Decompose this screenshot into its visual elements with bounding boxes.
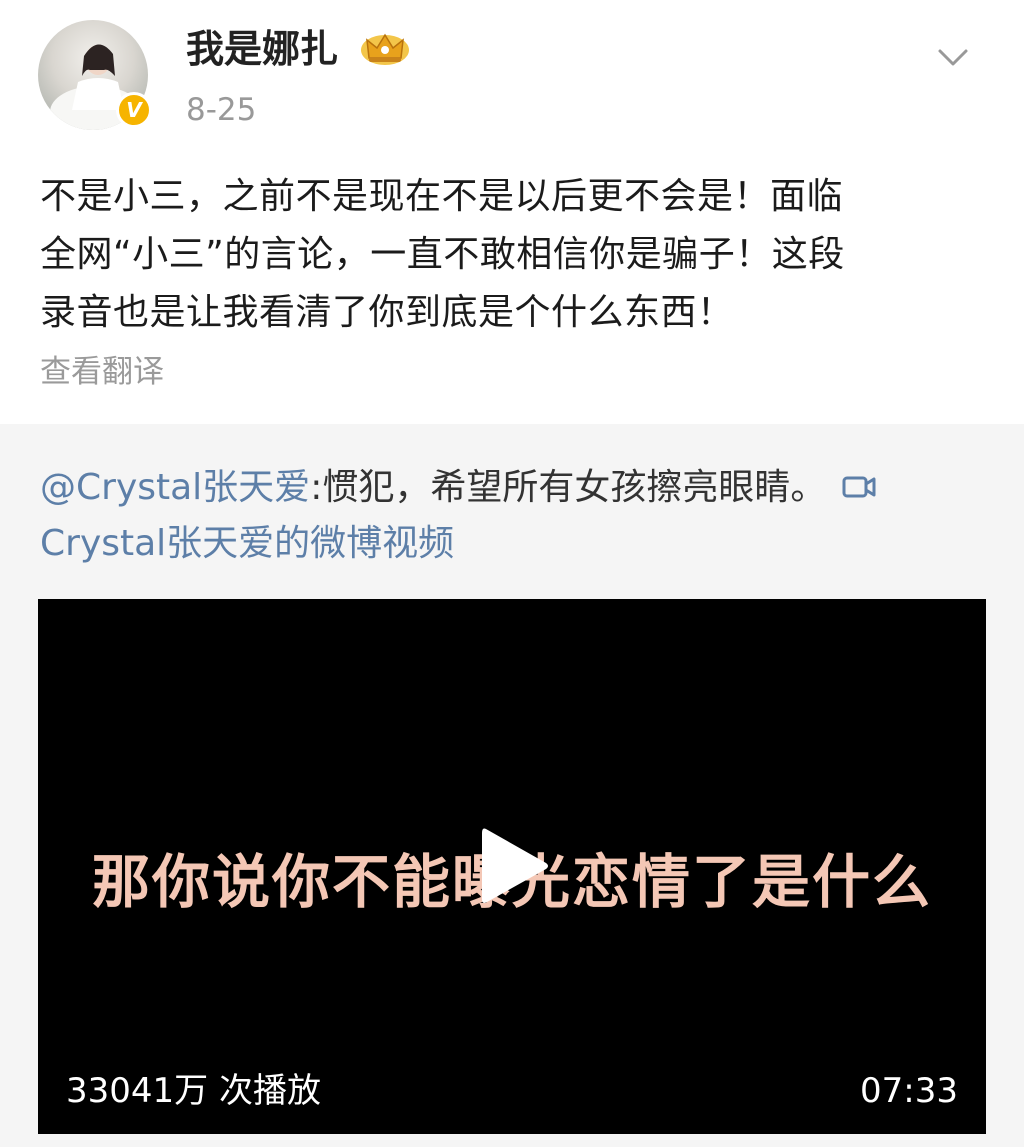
chevron-down-icon[interactable] [934,42,972,72]
post-text: 不是小三，之前不是现在不是以后更不会是！面临 全网“小三”的言论，一直不敢相信你… [40,168,990,342]
video-duration: 07:33 [860,1071,958,1111]
video-link[interactable]: Crystal张天爱的微博视频 [40,523,454,564]
post-date: 8-25 [186,92,257,128]
post-text-line: 录音也是让我看清了你到底是个什么东西！ [40,292,734,333]
play-count: 33041万 次播放 [66,1071,321,1111]
verified-badge: V [116,92,152,128]
crown-icon [361,33,409,65]
translate-link[interactable]: 查看翻译 [40,350,164,394]
mention-link[interactable]: @Crystal张天爱 [40,467,310,508]
repost-area: @Crystal张天爱:惯犯，希望所有女孩擦亮眼睛。 Crystal张天爱的微博… [0,424,1024,1147]
username[interactable]: 我是娜扎 [186,26,338,72]
post-card: V 我是娜扎 8-25 不是小三，之前不是现在不是以后更不会是！面临 全网“小三… [0,0,1024,424]
video-player[interactable]: 那你说你不能曝光恋情了是什么 33041万 次播放 07:33 [38,599,986,1134]
play-icon[interactable] [474,821,554,911]
post-text-line: 全网“小三”的言论，一直不敢相信你是骗子！这段 [40,234,845,275]
repost-text: @Crystal张天爱:惯犯，希望所有女孩擦亮眼睛。 Crystal张天爱的微博… [40,460,990,572]
repost-message: :惯犯，希望所有女孩擦亮眼睛。 [310,467,827,508]
repost-line: @Crystal张天爱:惯犯，希望所有女孩擦亮眼睛。 [40,460,990,516]
post-text-line: 不是小三，之前不是现在不是以后更不会是！面临 [40,176,844,217]
video-camera-icon [842,476,876,498]
repost-line: Crystal张天爱的微博视频 [40,516,990,572]
